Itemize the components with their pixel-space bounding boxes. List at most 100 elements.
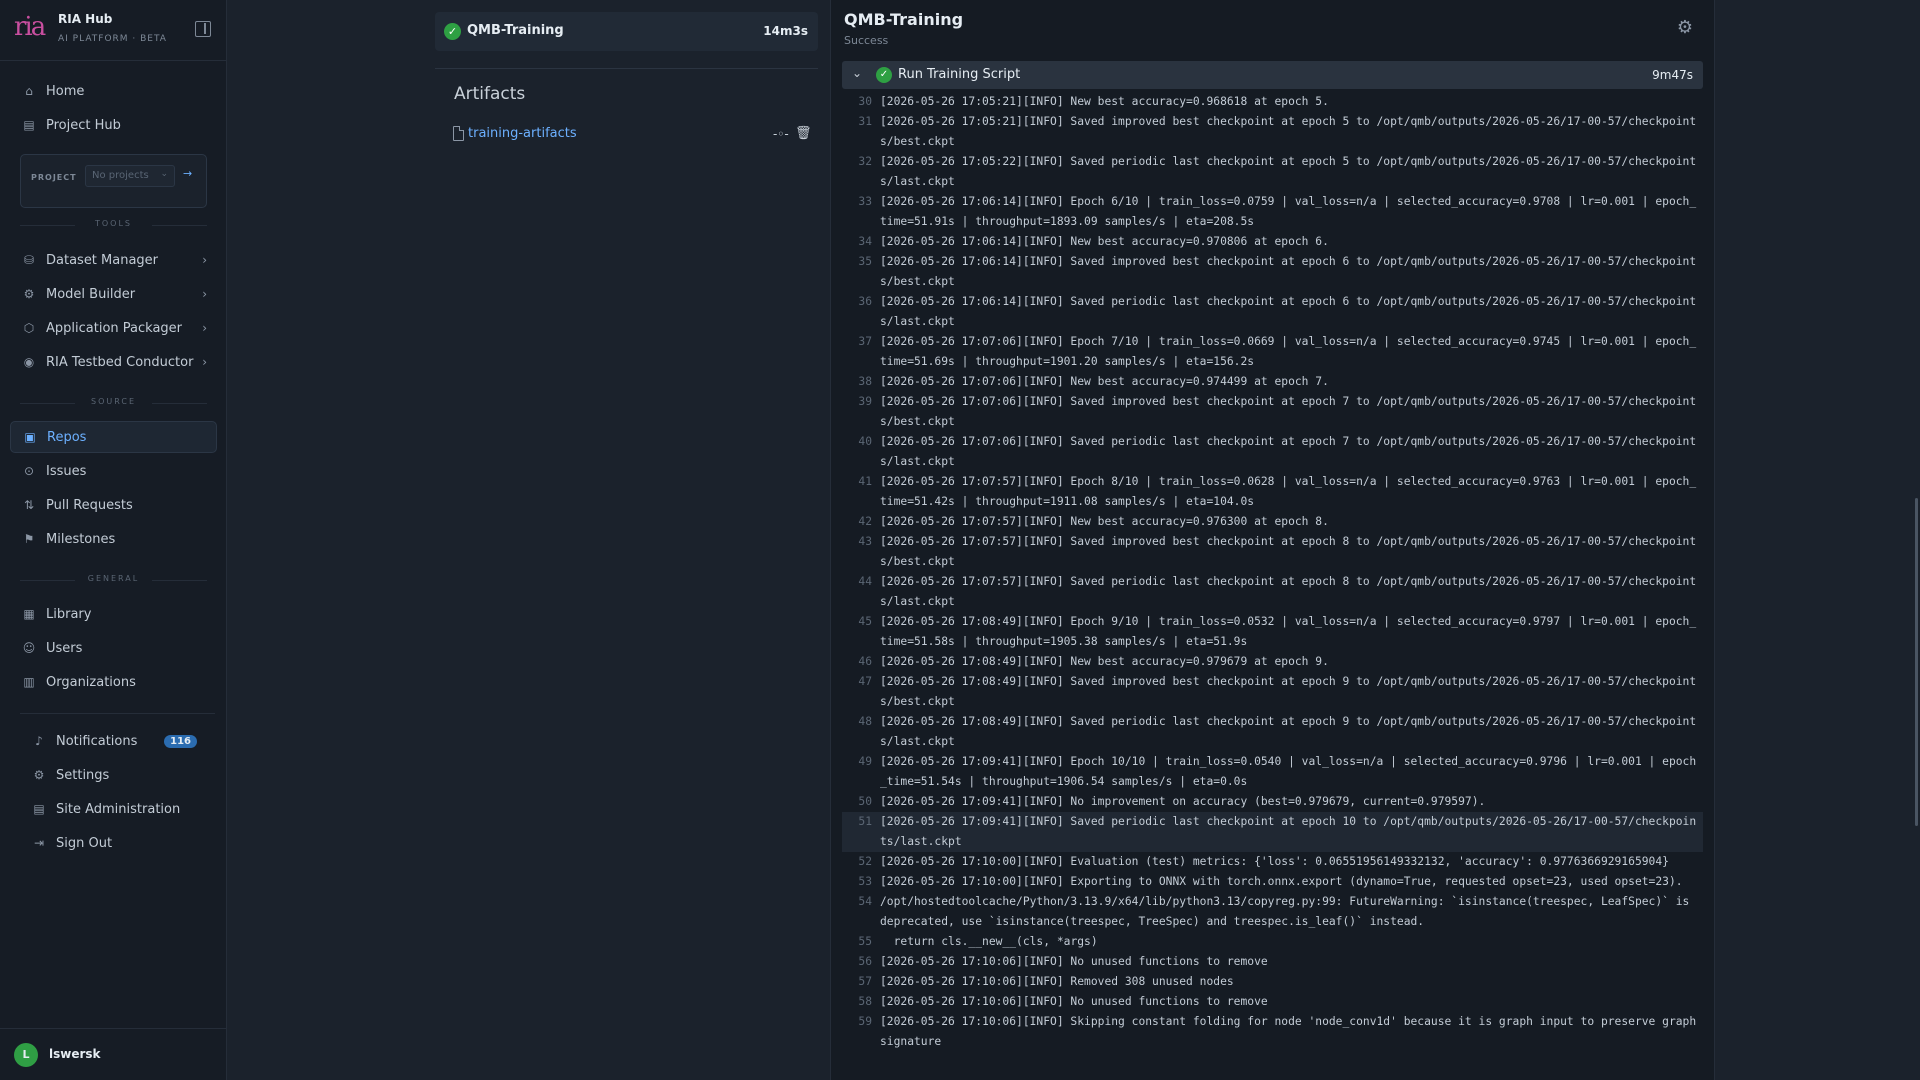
log-line: 41 [2026-05-26 17:07:57][INFO] Epoch 8/10… bbox=[842, 472, 1703, 512]
log-line-text: return cls.__new__(cls, *args) bbox=[880, 935, 1098, 948]
trash-icon[interactable]: 🗑 bbox=[795, 126, 812, 141]
log-line-number: 39 bbox=[858, 395, 872, 408]
log-line-text: [2026-05-26 17:05:22][INFO] Saved period… bbox=[880, 155, 1697, 188]
sidebar-collapse-icon[interactable] bbox=[195, 21, 211, 37]
server-icon: ▤ bbox=[33, 802, 45, 816]
log-line-text: [2026-05-26 17:10:06][INFO] No unused fu… bbox=[880, 955, 1268, 968]
project-go-button[interactable]: → bbox=[183, 167, 192, 180]
log-line: 54/opt/hostedtoolcache/Python/3.13.9/x64… bbox=[842, 892, 1703, 932]
avatar: L bbox=[14, 1043, 38, 1067]
chevron-right-icon: › bbox=[202, 321, 207, 335]
log-line-text: /opt/hostedtoolcache/Python/3.13.9/x64/l… bbox=[880, 895, 1697, 928]
log-line-number: 35 bbox=[858, 255, 872, 268]
nav-label: Milestones bbox=[46, 531, 116, 547]
log-line-text: [2026-05-26 17:06:14][INFO] New best acc… bbox=[880, 235, 1329, 248]
sidebar: ria RIA Hub AI PLATFORM · BETA ⌂ Home ▤ … bbox=[0, 0, 227, 1080]
log-line-number: 52 bbox=[858, 855, 872, 868]
nav-item-application-packager[interactable]: ⬡ Application Packager › bbox=[10, 312, 217, 344]
brand-title: RIA Hub bbox=[58, 12, 113, 26]
ria-logo: ria bbox=[14, 12, 46, 42]
log-line-text: [2026-05-26 17:10:06][INFO] Removed 308 … bbox=[880, 975, 1234, 988]
log-line-number: 51 bbox=[858, 815, 872, 828]
log-line-number: 48 bbox=[858, 715, 872, 728]
log-line: 30 [2026-05-26 17:05:21][INFO] New best a… bbox=[842, 92, 1703, 112]
log-line-text: [2026-05-26 17:07:06][INFO] Saved improv… bbox=[880, 395, 1697, 428]
nav-item-notifications[interactable]: ♪ Notifications 116 bbox=[20, 725, 207, 757]
brand[interactable]: ria RIA Hub AI PLATFORM · BETA bbox=[12, 10, 217, 50]
nav-label: Repos bbox=[47, 429, 87, 445]
log-line-text: [2026-05-26 17:06:14][INFO] Saved improv… bbox=[880, 255, 1697, 288]
nav-item-model-builder[interactable]: ⚙ Model Builder › bbox=[10, 278, 217, 310]
artifact-link[interactable]: training-artifacts bbox=[468, 126, 577, 141]
nav-item-library[interactable]: ▦ Library bbox=[10, 598, 217, 630]
divider bbox=[20, 713, 215, 714]
log-line: 31 [2026-05-26 17:05:21][INFO] Saved impr… bbox=[842, 112, 1703, 152]
nav-label: Model Builder bbox=[46, 286, 136, 302]
issue-icon: ⊙ bbox=[23, 464, 35, 478]
gear-icon: ⚙ bbox=[33, 768, 45, 782]
user-icon: ☺ bbox=[22, 641, 36, 655]
log-line-number: 32 bbox=[858, 155, 872, 168]
log-line: 56 [2026-05-26 17:10:06][INFO] No unused … bbox=[842, 952, 1703, 972]
nav-item-dataset-manager[interactable]: ⛁ Dataset Manager › bbox=[10, 244, 217, 276]
log-line: 36 [2026-05-26 17:06:14][INFO] Saved peri… bbox=[842, 292, 1703, 332]
log-line: 51 [2026-05-26 17:09:41][INFO] Saved peri… bbox=[842, 812, 1703, 852]
commit-icon[interactable]: -◦- bbox=[773, 127, 789, 141]
log-line: 33 [2026-05-26 17:06:14][INFO] Epoch 6/10… bbox=[842, 192, 1703, 232]
nav-item-issues[interactable]: ⊙ Issues bbox=[10, 455, 217, 487]
log-line-text: [2026-05-26 17:08:49][INFO] Saved period… bbox=[880, 715, 1697, 748]
step-header[interactable]: ⌄ ✓ Run Training Script 9m47s bbox=[842, 61, 1703, 89]
nav-item-site-administration[interactable]: ▤ Site Administration bbox=[20, 793, 207, 825]
log-line-number: 44 bbox=[858, 575, 872, 588]
nav-item-milestones[interactable]: ⚑ Milestones bbox=[10, 523, 217, 555]
project-select[interactable]: No projects ⌄ bbox=[85, 165, 175, 187]
run-title: QMB-Training bbox=[844, 10, 964, 29]
nav-label: Library bbox=[46, 606, 92, 622]
artifact-row: training-artifacts -◦- 🗑 bbox=[453, 125, 813, 145]
log-output[interactable]: 30 [2026-05-26 17:05:21][INFO] New best a… bbox=[842, 92, 1703, 1080]
repo-icon: ▣ bbox=[24, 430, 36, 444]
nav-item-pull-requests[interactable]: ⇅ Pull Requests bbox=[10, 489, 217, 521]
nav-item-project-hub[interactable]: ▤ Project Hub bbox=[10, 109, 217, 141]
nav-item-repos[interactable]: ▣ Repos bbox=[10, 421, 217, 453]
notifications-count-badge: 116 bbox=[164, 734, 197, 748]
job-card[interactable]: ✓ QMB-Training 14m3s bbox=[435, 12, 818, 51]
sign-out-icon: ⇥ bbox=[33, 836, 45, 850]
nav-label: Project Hub bbox=[46, 117, 121, 133]
check-circle-icon: ✓ bbox=[444, 23, 461, 40]
nav-item-ria-testbed-conductor[interactable]: ◉ RIA Testbed Conductor › bbox=[10, 346, 217, 378]
user-bar[interactable]: L lswersk bbox=[0, 1028, 227, 1080]
log-line: 49 [2026-05-26 17:09:41][INFO] Epoch 10/1… bbox=[842, 752, 1703, 792]
nav-item-users[interactable]: ☺ Users bbox=[10, 632, 217, 664]
log-line-number: 40 bbox=[858, 435, 872, 448]
log-line: 39 [2026-05-26 17:07:06][INFO] Saved impr… bbox=[842, 392, 1703, 432]
log-line-number: 36 bbox=[858, 295, 872, 308]
section-tools-label: TOOLS bbox=[20, 219, 207, 228]
brand-subtitle: AI PLATFORM · BETA bbox=[58, 34, 167, 44]
log-line: 34 [2026-05-26 17:06:14][INFO] New best a… bbox=[842, 232, 1703, 252]
nav-item-settings[interactable]: ⚙ Settings bbox=[20, 759, 207, 791]
project-selector-box: PROJECT No projects ⌄ → bbox=[20, 154, 207, 208]
log-line: 45 [2026-05-26 17:08:49][INFO] Epoch 9/10… bbox=[842, 612, 1703, 652]
log-line: 42 [2026-05-26 17:07:57][INFO] New best a… bbox=[842, 512, 1703, 532]
nav-label: Organizations bbox=[46, 674, 136, 690]
chevron-right-icon: › bbox=[202, 287, 207, 301]
project-label: PROJECT bbox=[31, 173, 77, 182]
log-line-text: [2026-05-26 17:08:49][INFO] New best acc… bbox=[880, 655, 1329, 668]
log-line-text: [2026-05-26 17:09:41][INFO] No improveme… bbox=[880, 795, 1486, 808]
nav-item-home[interactable]: ⌂ Home bbox=[10, 75, 217, 107]
nav-label: Application Packager bbox=[46, 320, 182, 336]
package-icon: ⬡ bbox=[23, 321, 35, 335]
step-name: Run Training Script bbox=[898, 67, 1021, 82]
nav-label: Sign Out bbox=[56, 835, 113, 851]
nav-label: Settings bbox=[56, 767, 110, 783]
nav-item-organizations[interactable]: ▥ Organizations bbox=[10, 666, 217, 698]
nav-label: Notifications bbox=[56, 733, 138, 749]
jobs-panel: ✓ QMB-Training 14m3s Artifacts training-… bbox=[435, 0, 818, 1080]
nav-label: Dataset Manager bbox=[46, 252, 159, 268]
log-line-text: [2026-05-26 17:10:00][INFO] Evaluation (… bbox=[880, 855, 1669, 868]
gear-icon[interactable]: ⚙ bbox=[1675, 18, 1695, 38]
scrollbar[interactable] bbox=[1915, 498, 1918, 826]
nav-label: Issues bbox=[46, 463, 87, 479]
nav-item-sign-out[interactable]: ⇥ Sign Out bbox=[20, 827, 207, 859]
